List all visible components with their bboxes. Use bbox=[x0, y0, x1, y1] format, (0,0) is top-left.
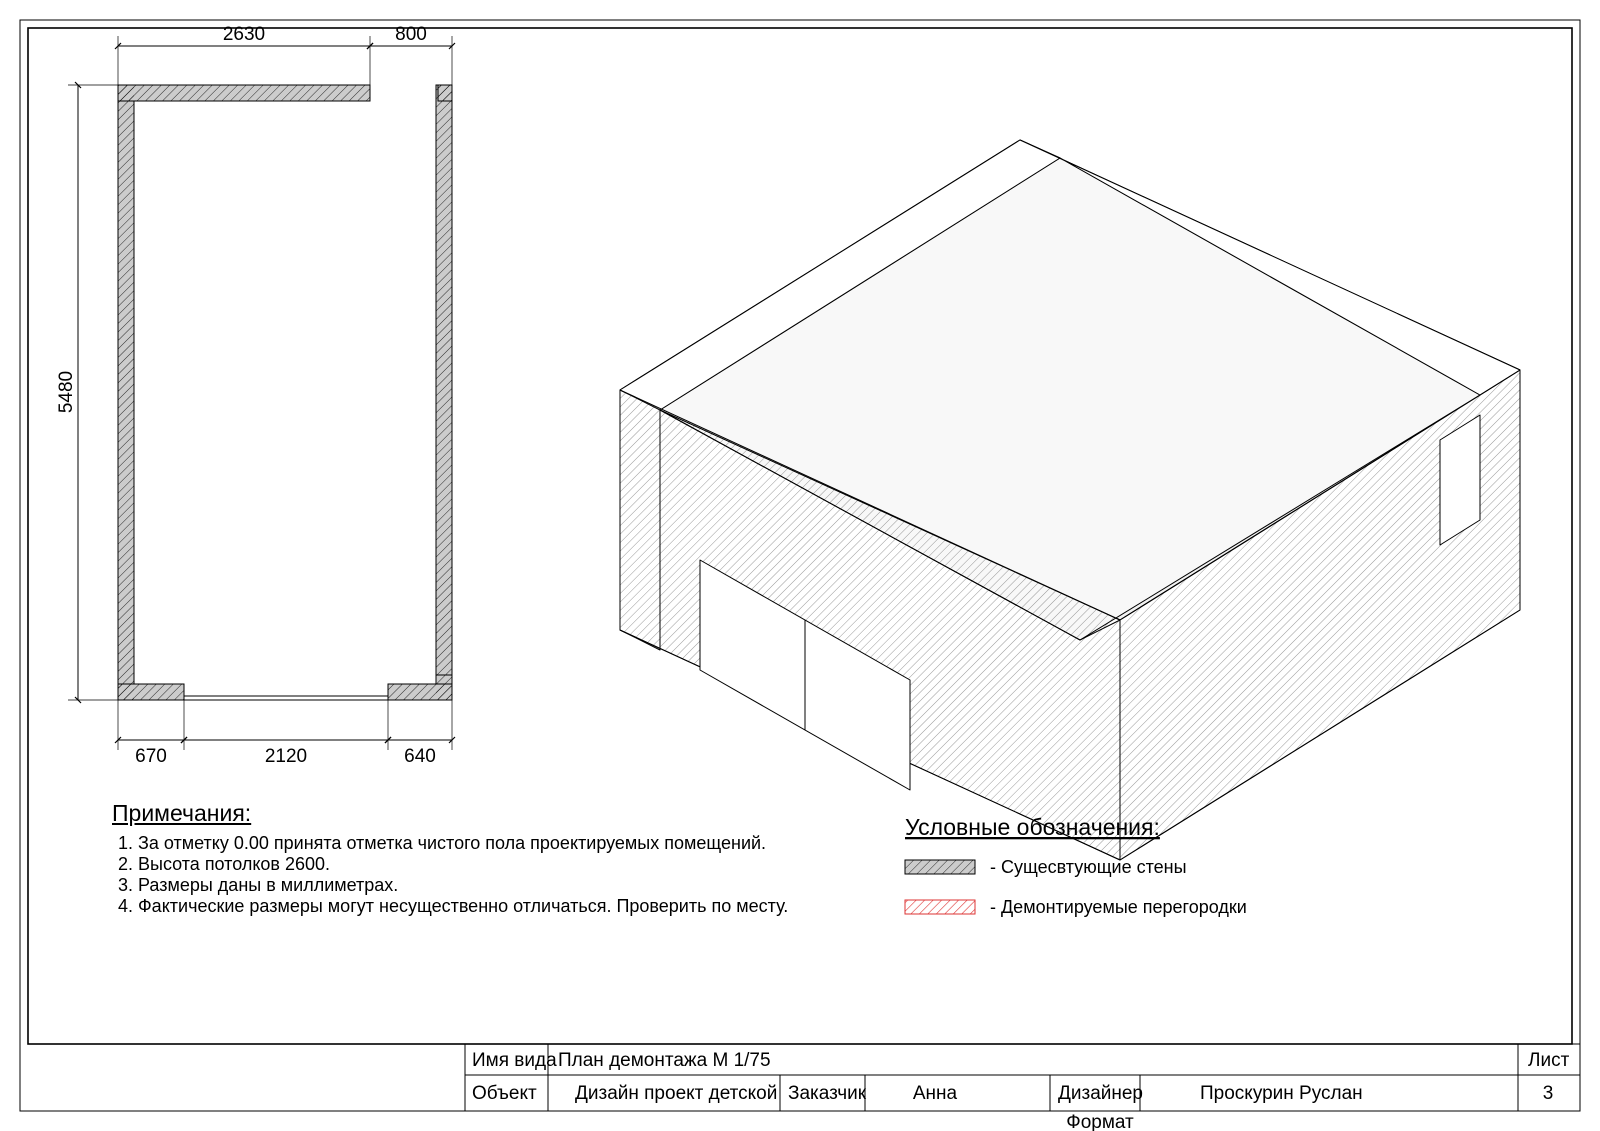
tb-format: Формат bbox=[1066, 1112, 1134, 1131]
dim-top-left: 2630 bbox=[223, 24, 265, 45]
notes-title: Примечания: bbox=[112, 800, 812, 827]
dim-bottom-left: 670 bbox=[135, 746, 167, 767]
tb-designer-name: Проскурин Руслан bbox=[1200, 1083, 1363, 1104]
tb-object-label: Объект bbox=[472, 1083, 537, 1104]
floor-plan: 2630 800 5480 670 2120 640 bbox=[56, 24, 452, 767]
tb-object-name: Дизайн проект детской bbox=[575, 1083, 777, 1104]
dim-bottom-right: 640 bbox=[404, 746, 436, 767]
dim-top-right: 800 bbox=[395, 24, 427, 45]
title-block: Имя вида План демонтажа М 1/75 Лист Объе… bbox=[465, 1044, 1580, 1131]
tb-designer-label: Дизайнер bbox=[1058, 1083, 1143, 1104]
tb-client-name: Анна bbox=[913, 1083, 958, 1104]
note-3: Размеры даны в миллиметрах. bbox=[138, 875, 812, 896]
notes-block: Примечания: За отметку 0.00 принята отме… bbox=[112, 800, 812, 917]
tb-sheet-label: Лист bbox=[1528, 1050, 1570, 1071]
dim-left: 5480 bbox=[56, 371, 77, 413]
tb-view-label: Имя вида bbox=[472, 1050, 557, 1071]
notes-list: За отметку 0.00 принята отметка чистого … bbox=[112, 833, 812, 917]
sheet-svg: 2630 800 5480 670 2120 640 bbox=[0, 0, 1600, 1131]
legend-title: Условные обозначения: bbox=[905, 814, 1160, 840]
isometric-view bbox=[620, 140, 1520, 860]
note-1: За отметку 0.00 принята отметка чистого … bbox=[138, 833, 812, 854]
drawing-sheet: 2630 800 5480 670 2120 640 bbox=[0, 0, 1600, 1131]
tb-client-label: Заказчик bbox=[788, 1083, 867, 1104]
legend-demolish: - Демонтируемые перегородки bbox=[990, 897, 1247, 917]
legend: Условные обозначения: - Сущесвтующие сте… bbox=[905, 814, 1247, 917]
legend-existing: - Сущесвтующие стены bbox=[990, 857, 1187, 877]
note-4: Фактические размеры могут несущественно … bbox=[138, 896, 812, 917]
note-2: Высота потолков 2600. bbox=[138, 854, 812, 875]
tb-view-name: План демонтажа М 1/75 bbox=[558, 1050, 771, 1071]
dim-bottom-mid: 2120 bbox=[265, 746, 307, 767]
tb-sheet-num: 3 bbox=[1543, 1083, 1554, 1104]
